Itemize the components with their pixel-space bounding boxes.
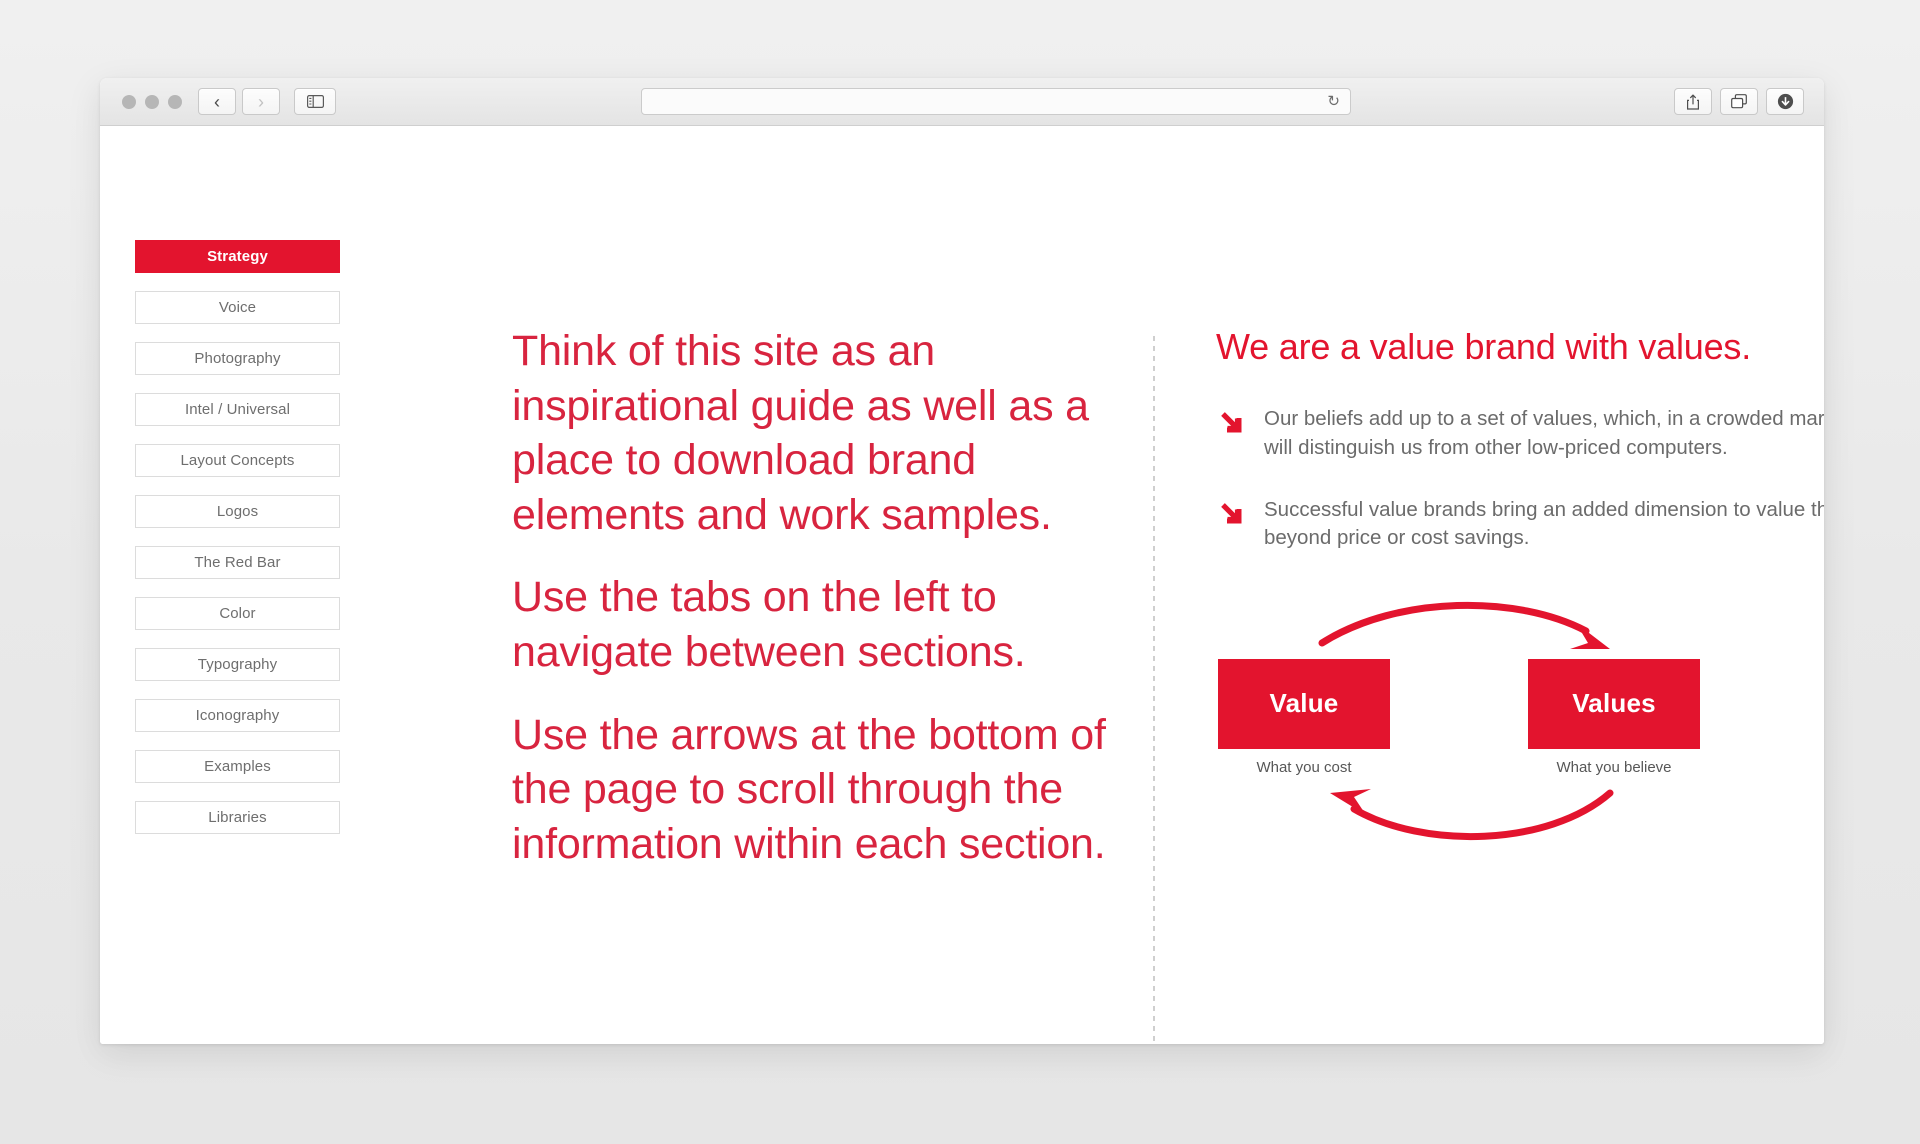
- minimize-window-button[interactable]: [145, 94, 159, 109]
- sidebar-item-intel-universal[interactable]: Intel / Universal: [135, 393, 340, 426]
- sidebar-item-typography[interactable]: Typography: [135, 648, 340, 681]
- sidebar-item-layout-concepts[interactable]: Layout Concepts: [135, 444, 340, 477]
- browser-window: ‹ › ↻ Strategy Voice Photography Intel /…: [100, 78, 1824, 1044]
- share-icon: [1687, 94, 1699, 110]
- chevron-left-icon: ‹: [214, 91, 220, 112]
- copy-tabs-icon: [1731, 94, 1747, 109]
- sidebar-item-label: Photography: [194, 350, 281, 367]
- navigation-buttons: ‹ ›: [198, 88, 280, 115]
- values-heading: We are a value brand with values.: [1216, 326, 1752, 367]
- value-values-diagram: Value What you cost Values What you beli…: [1218, 597, 1738, 847]
- browser-toolbar: ‹ › ↻: [100, 78, 1824, 126]
- sidebar-item-label: Layout Concepts: [180, 452, 295, 469]
- values-column: We are a value brand with values. Our be…: [1216, 326, 1824, 847]
- sidebar-item-label: The Red Bar: [194, 554, 281, 571]
- intro-paragraph-3: Use the arrows at the bottom of the page…: [512, 710, 1106, 868]
- intro-text-column: Think of this site as an inspirational g…: [512, 324, 1122, 871]
- sidebar-toggle-button[interactable]: [294, 88, 336, 115]
- close-window-button[interactable]: [122, 94, 136, 109]
- sidebar-item-label: Strategy: [207, 248, 268, 265]
- downloads-button[interactable]: [1766, 88, 1804, 115]
- values-box-label: Values: [1572, 688, 1656, 719]
- sidebar-item-logos[interactable]: Logos: [135, 495, 340, 528]
- value-box-label: Value: [1269, 688, 1339, 719]
- sidebar-item-strategy[interactable]: Strategy: [135, 240, 340, 273]
- sidebar-icon: [306, 95, 324, 108]
- sidebar-item-examples[interactable]: Examples: [135, 750, 340, 783]
- value-box: Value: [1218, 658, 1390, 749]
- sidebar-item-label: Typography: [197, 656, 278, 673]
- sidebar-item-label: Iconography: [195, 707, 280, 724]
- sidebar-item-label: Logos: [216, 503, 259, 520]
- window-traffic-lights: [122, 94, 182, 109]
- value-box-caption: What you cost: [1256, 758, 1352, 776]
- arrow-down-right-icon: [1216, 500, 1250, 539]
- sidebar-item-label: Intel / Universal: [184, 401, 291, 418]
- sidebar-item-label: Color: [219, 605, 256, 622]
- sidebar-item-iconography[interactable]: Iconography: [135, 699, 340, 732]
- toolbar-right-buttons: [1674, 88, 1804, 115]
- maximize-window-button[interactable]: [168, 94, 182, 109]
- column-divider: [1153, 336, 1155, 1044]
- page-content: Strategy Voice Photography Intel / Unive…: [100, 126, 1824, 1044]
- download-icon: [1777, 93, 1793, 110]
- intro-paragraph-2: Use the tabs on the left to navigate bet…: [512, 573, 1026, 677]
- sidebar-item-voice[interactable]: Voice: [135, 291, 340, 324]
- arrow-down-right-icon: [1216, 409, 1250, 448]
- values-bullet-1-text: Our beliefs add up to a set of values, w…: [1264, 407, 1824, 459]
- intro-paragraph-1: Think of this site as an inspirational g…: [512, 327, 1089, 539]
- values-box: Values: [1528, 658, 1700, 749]
- forward-button[interactable]: ›: [242, 88, 280, 115]
- sidebar-item-label: Voice: [218, 299, 257, 316]
- reload-icon[interactable]: ↻: [1327, 94, 1340, 109]
- section-nav-sidebar: Strategy Voice Photography Intel / Unive…: [135, 240, 340, 852]
- share-button[interactable]: [1674, 88, 1712, 115]
- sidebar-item-photography[interactable]: Photography: [135, 342, 340, 375]
- sidebar-item-libraries[interactable]: Libraries: [135, 801, 340, 834]
- sidebar-item-label: Libraries: [208, 809, 267, 826]
- sidebar-item-the-red-bar[interactable]: The Red Bar: [135, 546, 340, 579]
- values-bullet-2: Successful value brands bring an added d…: [1216, 496, 1824, 553]
- sidebar-item-label: Examples: [204, 758, 271, 775]
- values-bullet-1: Our beliefs add up to a set of values, w…: [1216, 405, 1824, 462]
- back-button[interactable]: ‹: [198, 88, 236, 115]
- address-bar-container: ↻: [336, 88, 1656, 115]
- values-box-caption: What you believe: [1556, 758, 1672, 776]
- tab-overview-button[interactable]: [1720, 88, 1758, 115]
- address-bar[interactable]: ↻: [641, 88, 1351, 115]
- chevron-right-icon: ›: [258, 91, 264, 112]
- sidebar-item-color[interactable]: Color: [135, 597, 340, 630]
- values-bullet-2-text: Successful value brands bring an added d…: [1264, 497, 1824, 550]
